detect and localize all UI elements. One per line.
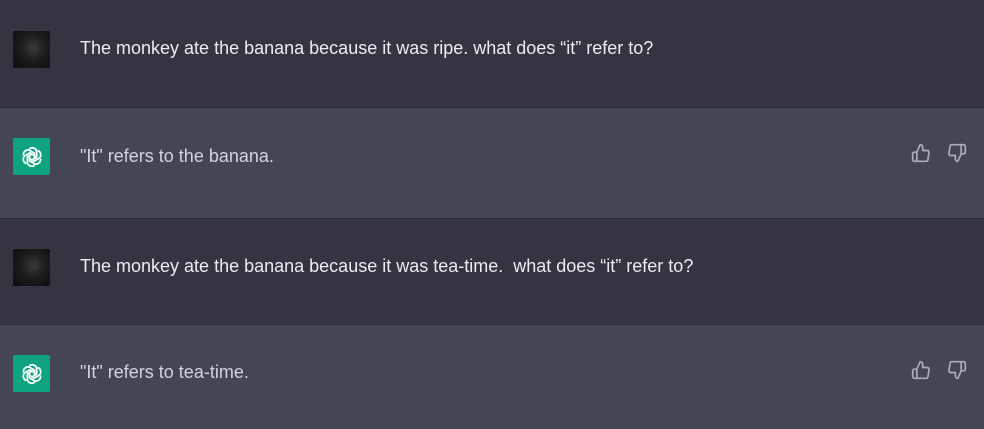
feedback-actions xyxy=(910,142,968,164)
thumbs-up-button[interactable] xyxy=(910,142,932,164)
thumbs-up-button[interactable] xyxy=(910,359,932,381)
message-text: "It" refers to tea-time. xyxy=(80,362,249,382)
assistant-message: "It" refers to the banana. xyxy=(0,108,984,219)
user-message: The monkey ate the banana because it was… xyxy=(0,219,984,325)
message-text: "It" refers to the banana. xyxy=(80,146,274,166)
user-avatar xyxy=(13,31,50,68)
thumbs-down-button[interactable] xyxy=(946,142,968,164)
thumbs-up-icon xyxy=(911,360,930,380)
thumbs-up-icon xyxy=(911,143,930,163)
message-text: The monkey ate the banana because it was… xyxy=(80,256,694,276)
thumbs-down-icon xyxy=(948,360,967,380)
user-avatar xyxy=(13,249,50,286)
feedback-actions xyxy=(910,359,968,381)
thumbs-down-icon xyxy=(948,143,967,163)
openai-logo-icon xyxy=(13,138,50,175)
user-message: The monkey ate the banana because it was… xyxy=(0,0,984,108)
assistant-message: "It" refers to tea-time. xyxy=(0,325,984,429)
thumbs-down-button[interactable] xyxy=(946,359,968,381)
openai-logo-icon xyxy=(13,355,50,392)
message-text: The monkey ate the banana because it was… xyxy=(80,38,654,58)
chat-thread: The monkey ate the banana because it was… xyxy=(0,0,984,429)
